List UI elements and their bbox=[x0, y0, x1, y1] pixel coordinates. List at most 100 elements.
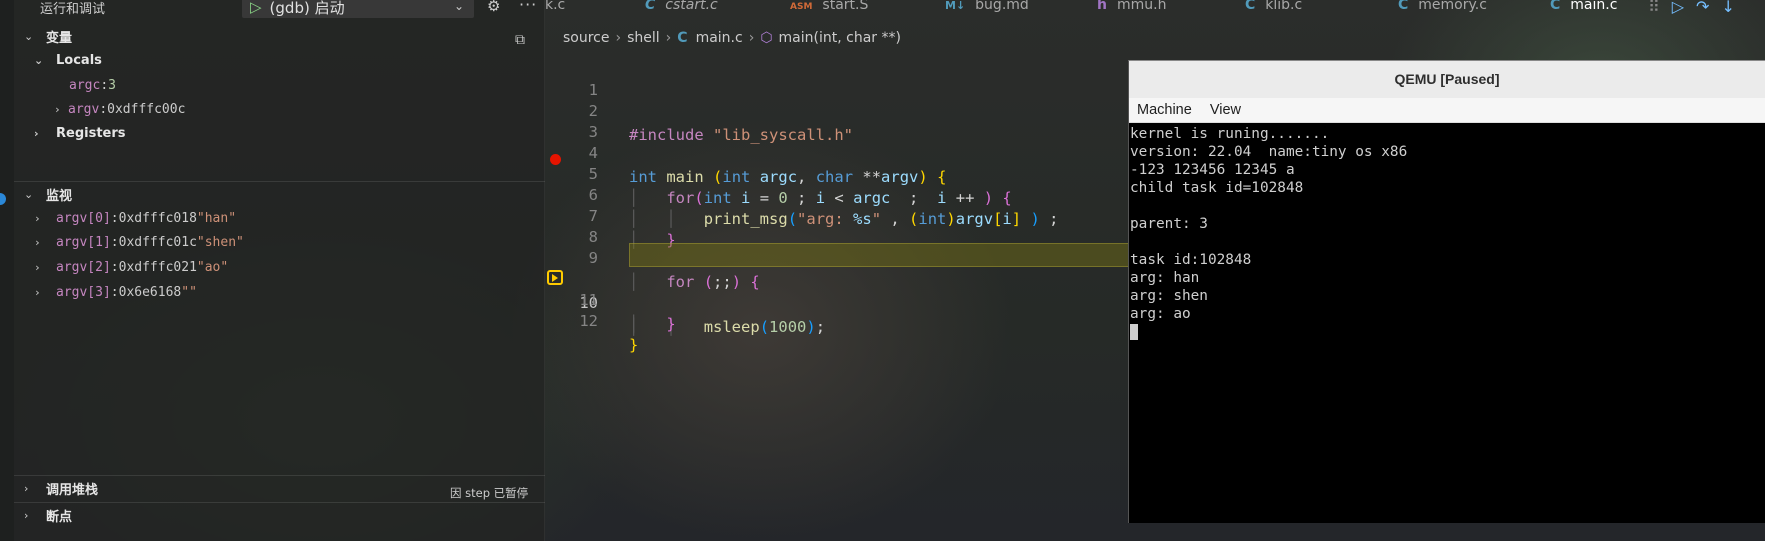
watch-section-label: 监视 bbox=[46, 188, 73, 204]
tab-label: klib.c bbox=[1265, 0, 1303, 13]
variable-row-argc[interactable]: argc: 3 bbox=[14, 73, 545, 98]
editor-tabs: k.c Ccstart.c ASM start.S M↓ bug.md h mmu.h… bbox=[545, 0, 1765, 22]
line-number: 12 bbox=[579, 312, 598, 330]
asm-file-icon: ASM bbox=[790, 2, 813, 12]
tab-label: cstart.c bbox=[665, 0, 718, 13]
watch-value: 0xdfffc021 bbox=[118, 260, 197, 275]
breadcrumb: source › shell › Cmain.c › ⬡ main(int, char **) bbox=[563, 30, 901, 46]
c-file-icon: C bbox=[645, 0, 656, 13]
debug-config-select[interactable]: ▷ (gdb) 启动 ⌄ bbox=[242, 0, 474, 18]
chevron-right-icon: › bbox=[665, 30, 672, 46]
registers-label: Registers bbox=[56, 126, 126, 141]
watch-separator: : bbox=[110, 211, 119, 226]
paused-status: 因 step 已暂停 bbox=[450, 486, 529, 500]
tab-klib-c[interactable]: Cklib.c bbox=[1245, 0, 1302, 13]
console-line: child task id=102848 bbox=[1130, 180, 1304, 196]
step-over-icon[interactable]: ↷ bbox=[1696, 0, 1721, 16]
console-line: arg: ao bbox=[1130, 306, 1191, 322]
continue-icon[interactable]: ▷ bbox=[1672, 0, 1696, 16]
watch-value: 0xdfffc018 bbox=[118, 211, 197, 226]
c-file-icon: C bbox=[1398, 0, 1409, 13]
chevron-right-icon: › bbox=[34, 127, 39, 140]
tab-label: memory.c bbox=[1418, 0, 1487, 13]
more-actions-icon[interactable]: ··· bbox=[519, 0, 537, 14]
tab-mmu-h[interactable]: h mmu.h bbox=[1097, 0, 1166, 13]
console-line: arg: shen bbox=[1130, 288, 1208, 304]
breadcrumb-folder[interactable]: source bbox=[563, 30, 610, 46]
breadcrumb-folder[interactable]: shell bbox=[627, 30, 660, 46]
watch-expression: argv[3] bbox=[56, 285, 111, 300]
tab-start-s[interactable]: ASM start.S bbox=[790, 0, 868, 13]
watch-expression: argv[2] bbox=[56, 260, 111, 275]
watch-expression: argv[0] bbox=[56, 211, 111, 226]
c-file-icon: C bbox=[1550, 0, 1561, 13]
gear-icon[interactable]: ⚙ bbox=[487, 0, 500, 15]
breakpoints-section-header[interactable]: › 断点 bbox=[14, 503, 545, 527]
tab-label: start.S bbox=[822, 0, 869, 13]
watch-section-header[interactable]: ⌄ 监视 bbox=[14, 182, 545, 206]
chevron-right-icon: › bbox=[34, 286, 41, 299]
locals-label: Locals bbox=[56, 53, 102, 68]
text-cursor bbox=[1130, 324, 1138, 340]
drag-handle-icon[interactable]: ⠿ bbox=[1648, 0, 1672, 16]
chevron-down-icon[interactable]: ⌄ bbox=[454, 0, 464, 13]
chevron-right-icon: › bbox=[34, 212, 41, 225]
watch-expression: argv[1] bbox=[56, 235, 111, 250]
watch-row[interactable]: › argv[3]: 0x6e6168 "" bbox=[14, 280, 545, 305]
chevron-right-icon: › bbox=[34, 236, 41, 249]
tab-label: mmu.h bbox=[1116, 0, 1167, 13]
watch-value: 0xdfffc01c bbox=[118, 235, 197, 250]
watch-row[interactable]: › argv[2] : 0xdfffc021 "ao" bbox=[14, 255, 545, 280]
watch-row[interactable]: › argv[0]: 0xdfffc018 "han" bbox=[14, 206, 545, 231]
chevron-right-icon: › bbox=[34, 261, 41, 274]
debug-config-label: (gdb) 启动 bbox=[269, 0, 345, 17]
variable-value: 3 bbox=[108, 78, 116, 93]
registers-scope[interactable]: › Registers bbox=[14, 121, 545, 146]
tab-label: bug.md bbox=[975, 0, 1029, 13]
run-debug-header: 运行和调试 ▷ (gdb) 启动 ⌄ ⚙ ··· bbox=[14, 0, 545, 18]
tab-main-c[interactable]: Cmain.c bbox=[1550, 0, 1617, 13]
qemu-window[interactable]: QEMU [Paused] Machine View kernel is run… bbox=[1128, 60, 1765, 523]
console-line: kernel is runing....... bbox=[1130, 126, 1330, 142]
locals-scope[interactable]: ⌄ Locals bbox=[14, 48, 545, 73]
step-into-icon[interactable]: ↓ bbox=[1721, 0, 1746, 16]
collapse-all-icon[interactable]: ⧉ bbox=[515, 32, 525, 48]
activity-bar bbox=[0, 0, 14, 541]
run-debug-title: 运行和调试 bbox=[40, 2, 106, 17]
menu-machine[interactable]: Machine bbox=[1137, 102, 1192, 118]
code-text: } bbox=[629, 336, 639, 354]
breadcrumb-file[interactable]: main.c bbox=[696, 30, 743, 46]
menu-view[interactable]: View bbox=[1210, 102, 1241, 118]
tab-k-c[interactable]: k.c bbox=[545, 0, 565, 13]
tab-bug-md[interactable]: M↓ bug.md bbox=[945, 0, 1029, 13]
watch-value: 0x6e6168 bbox=[118, 285, 182, 300]
variable-row-argv[interactable]: › argv: 0xdfffc00c bbox=[14, 97, 545, 122]
tab-label: k.c bbox=[545, 0, 566, 13]
variables-section-header[interactable]: ⌄ 变量 bbox=[14, 24, 545, 48]
markdown-file-icon: M↓ bbox=[945, 0, 966, 12]
chevron-down-icon: ⌄ bbox=[24, 29, 34, 43]
call-stack-label: 调用堆栈 bbox=[46, 482, 99, 498]
console-line: task id:102848 bbox=[1130, 252, 1252, 268]
watch-separator: : bbox=[110, 260, 119, 275]
debug-toolbar: ⠿▷↷↓ bbox=[1648, 0, 1747, 16]
variable-value: 0xdfffc00c bbox=[107, 102, 186, 117]
qemu-console[interactable]: kernel is runing....... version: 22.04 n… bbox=[1129, 123, 1765, 341]
chevron-right-icon: › bbox=[24, 508, 29, 522]
qemu-menubar: Machine View bbox=[1129, 98, 1765, 123]
tab-memory-c[interactable]: Cmemory.c bbox=[1398, 0, 1487, 13]
chevron-down-icon: ⌄ bbox=[24, 187, 34, 201]
watch-string: "shen" bbox=[196, 235, 244, 250]
tab-label: main.c bbox=[1570, 0, 1618, 13]
breadcrumb-symbol[interactable]: main(int, char **) bbox=[779, 30, 901, 46]
console-cursor-line bbox=[1130, 323, 1765, 341]
chevron-right-icon: › bbox=[54, 103, 61, 116]
tab-cstart-c[interactable]: Ccstart.c bbox=[645, 0, 718, 13]
variable-name: argv bbox=[68, 102, 100, 117]
watch-row[interactable]: › argv[1]: 0xdfffc01c "shen" bbox=[14, 230, 545, 255]
variable-name: argc bbox=[69, 78, 101, 93]
watch-separator: : bbox=[110, 235, 119, 250]
console-line: arg: han bbox=[1130, 270, 1200, 286]
start-debugging-icon[interactable]: ▷ bbox=[250, 0, 262, 16]
console-line: parent: 3 bbox=[1130, 216, 1208, 232]
